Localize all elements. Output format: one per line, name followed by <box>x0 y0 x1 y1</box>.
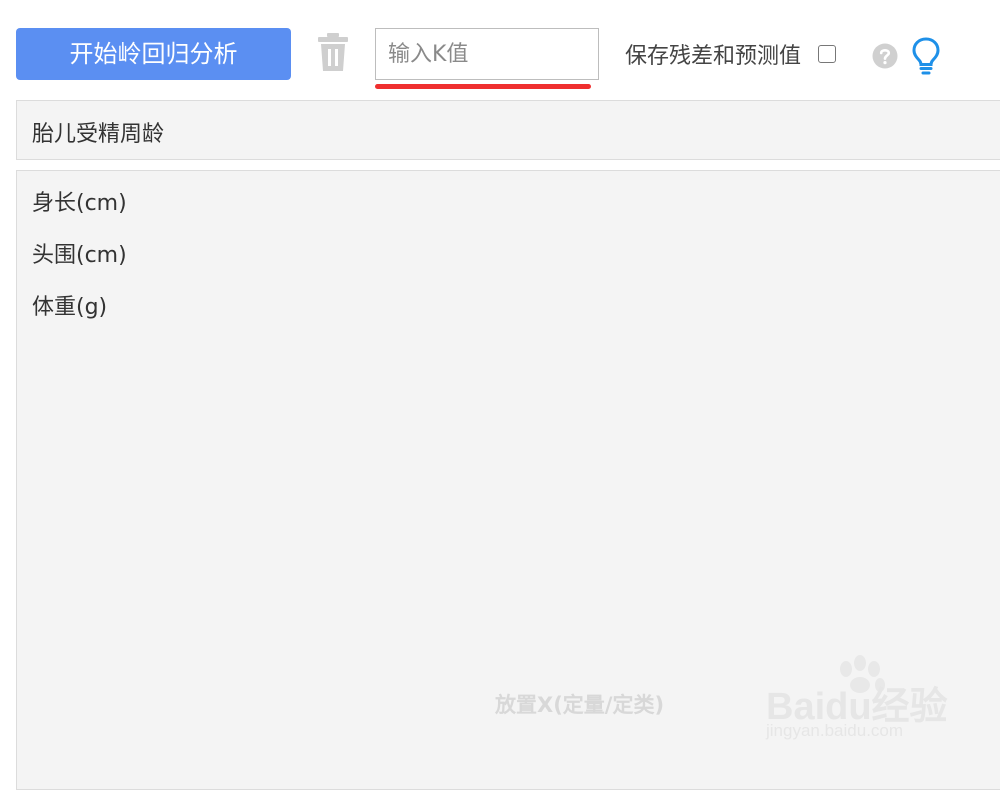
x-dropzone-hint: 放置X(定量/定类) <box>495 693 665 717</box>
k-value-input[interactable] <box>375 28 599 80</box>
watermark-url: jingyan.baidu.com <box>766 721 904 740</box>
lightbulb-icon[interactable] <box>910 36 942 76</box>
red-underline-annotation <box>375 84 591 89</box>
x-variable-item[interactable]: 头围(cm) <box>32 237 127 269</box>
x-variable-item[interactable]: 身长(cm) <box>32 185 127 217</box>
baidu-jingyan-watermark: Baidu经验 jingyan.baidu.com <box>752 655 952 750</box>
toolbar: 开始岭回归分析 保存残差和预测值 <box>0 0 1000 100</box>
y-variable-dropzone[interactable]: 胎儿受精周龄 <box>16 100 1000 160</box>
start-ridge-regression-button[interactable]: 开始岭回归分析 <box>16 28 291 80</box>
save-residuals-label: 保存残差和预测值 <box>625 44 802 69</box>
save-residuals-checkbox[interactable] <box>818 45 836 63</box>
y-variable-item[interactable]: 胎儿受精周龄 <box>32 116 164 148</box>
trash-icon[interactable] <box>316 32 350 72</box>
help-circle-icon[interactable] <box>872 43 898 69</box>
x-variable-item[interactable]: 体重(g) <box>32 289 107 321</box>
